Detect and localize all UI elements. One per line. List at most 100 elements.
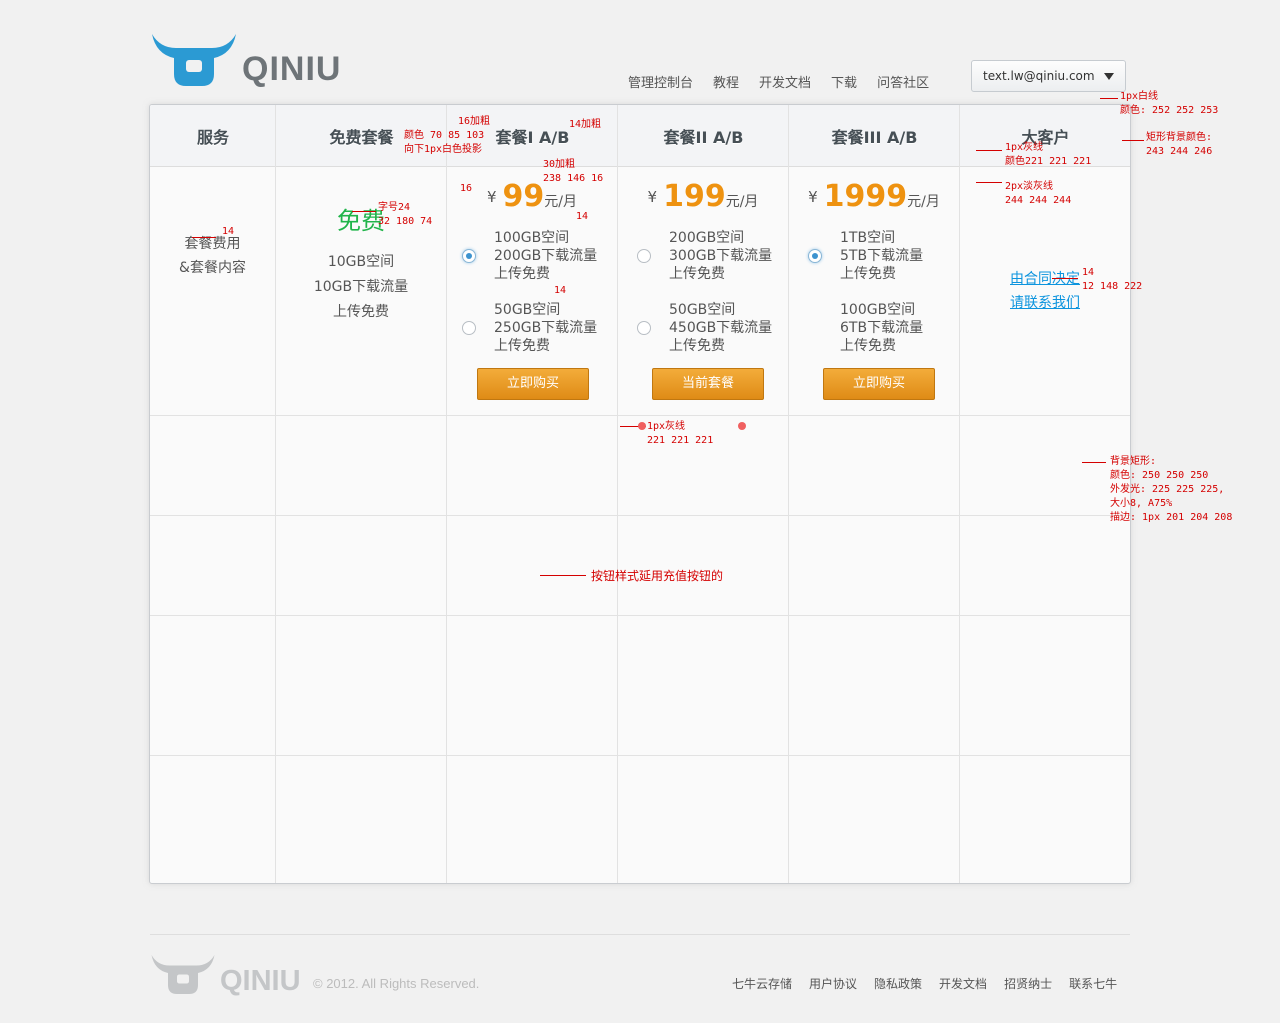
annotation: 矩形背景颜色: 243 244 246 bbox=[1146, 132, 1213, 157]
annotation: 字号24 32 180 74 bbox=[378, 202, 433, 227]
annotation: 背景矩形: 颜色: 250 250 250 外发光: 225 225 225, … bbox=[1110, 456, 1233, 523]
annotation-arrow bbox=[1082, 462, 1106, 463]
footer-link[interactable]: 招贤纳士 bbox=[1004, 975, 1052, 992]
plan-2-option-a-radio[interactable] bbox=[637, 249, 651, 263]
footer-link[interactable]: 开发文档 bbox=[939, 975, 987, 992]
header-plan-2: 套餐II A/B bbox=[663, 128, 744, 147]
caret-down-icon[interactable] bbox=[1104, 73, 1114, 80]
annotation: 14 bbox=[554, 285, 567, 296]
option-line: 上传免费 bbox=[494, 338, 550, 354]
plan-2-price: ¥199元/月 bbox=[618, 179, 788, 214]
footer-nav: 七牛云存储 用户协议 隐私政策 开发文档 招贤纳士 联系七牛 bbox=[732, 975, 1134, 992]
plan-3-option-a-radio[interactable] bbox=[808, 249, 822, 263]
annotation-dot bbox=[738, 422, 746, 430]
brand-wordmark: QINIU bbox=[242, 50, 342, 88]
footer-divider bbox=[150, 934, 1130, 935]
free-feature: 上传免费 bbox=[333, 304, 389, 320]
option-line: 5TB下载流量 bbox=[840, 248, 924, 264]
copyright: © 2012. All Rights Reserved. bbox=[313, 976, 480, 991]
plan-3-option-a[interactable]: 1TB空间 5TB下载流量 上传免费 bbox=[840, 229, 923, 283]
annotation-arrow bbox=[352, 211, 376, 212]
annotation-arrow bbox=[976, 150, 1002, 151]
annotation: 14 bbox=[222, 226, 235, 237]
account-email: text.lw@qiniu.com bbox=[983, 69, 1095, 83]
annotation-arrow bbox=[540, 575, 586, 576]
option-line: 上传免费 bbox=[840, 266, 896, 282]
service-label: 套餐费用 &套餐内容 bbox=[150, 232, 275, 280]
row-divider bbox=[150, 615, 1130, 616]
annotation-arrow bbox=[1100, 98, 1118, 99]
annotation-arrow bbox=[1122, 140, 1144, 141]
plan-3-option-b[interactable]: 100GB空间 6TB下载流量 上传免费 bbox=[840, 301, 923, 355]
price-unit: 元/月 bbox=[725, 194, 759, 210]
top-nav: 管理控制台 教程 开发文档 下载 问答社区 bbox=[628, 72, 949, 91]
annotation: 1px灰线 221 221 221 bbox=[647, 421, 714, 446]
option-line: 上传免费 bbox=[669, 338, 725, 354]
qiniu-logo[interactable]: QINIU bbox=[150, 28, 341, 88]
footer-wordmark: QINIU bbox=[220, 965, 301, 997]
annotation: 1px灰线 颜色221 221 221 bbox=[1005, 142, 1092, 167]
annotation: 14 12 148 222 bbox=[1082, 267, 1143, 292]
nav-community[interactable]: 问答社区 bbox=[877, 72, 929, 91]
column-plan-3 bbox=[789, 105, 960, 883]
annotation: 30加粗 238 146 16 bbox=[543, 159, 604, 184]
price-value: 99 bbox=[502, 179, 545, 214]
annotation-arrow bbox=[192, 237, 216, 238]
footer-link[interactable]: 用户协议 bbox=[809, 975, 857, 992]
annotation: 16加粗 bbox=[458, 116, 491, 127]
price-unit: 元/月 bbox=[907, 194, 940, 210]
price-value: 1999 bbox=[823, 179, 908, 214]
enterprise-contract-link[interactable]: 由合同决定 bbox=[1010, 267, 1080, 291]
row-divider bbox=[150, 415, 1130, 416]
annotation-arrow bbox=[976, 182, 1002, 183]
annotation: 16 bbox=[460, 183, 473, 194]
free-features: 10GB空间 10GB下载流量 上传免费 bbox=[276, 250, 446, 325]
annotation: 1px白线 颜色: 252 252 253 bbox=[1120, 91, 1219, 116]
annotation: 按钮样式延用充值按钮的 bbox=[591, 569, 724, 583]
nav-download[interactable]: 下载 bbox=[831, 72, 857, 91]
footer-link[interactable]: 七牛云存储 bbox=[732, 975, 792, 992]
option-line: 上传免费 bbox=[494, 266, 550, 282]
plan-1-option-b-radio[interactable] bbox=[462, 321, 476, 335]
plan-3-price: ¥1999元/月 bbox=[789, 179, 959, 214]
nav-tutorial[interactable]: 教程 bbox=[713, 72, 739, 91]
nav-docs[interactable]: 开发文档 bbox=[759, 72, 811, 91]
column-plan-2 bbox=[618, 105, 789, 883]
bull-logo-icon bbox=[152, 34, 236, 86]
plan-2-option-b[interactable]: 50GB空间 450GB下载流量 上传免费 bbox=[669, 301, 772, 355]
option-line: 上传免费 bbox=[840, 338, 896, 354]
bull-logo-icon bbox=[151, 955, 215, 994]
footer-link[interactable]: 联系七牛 bbox=[1069, 975, 1117, 992]
service-label-line: &套餐内容 bbox=[179, 260, 246, 276]
plan-3-buy-button[interactable]: 立即购买 bbox=[823, 368, 935, 400]
annotation-dot bbox=[638, 422, 646, 430]
option-line: 200GB空间 bbox=[669, 230, 745, 246]
option-line: 100GB空间 bbox=[494, 230, 570, 246]
option-line: 450GB下载流量 bbox=[669, 320, 773, 336]
service-label-line: 套餐费用 bbox=[184, 236, 241, 252]
free-feature: 10GB下载流量 bbox=[313, 279, 409, 295]
plan-1-option-a[interactable]: 100GB空间 200GB下载流量 上传免费 bbox=[494, 229, 597, 283]
plan-1-buy-button[interactable]: 立即购买 bbox=[477, 368, 589, 400]
plan-1-option-b[interactable]: 50GB空间 250GB下载流量 上传免费 bbox=[494, 301, 597, 355]
option-line: 上传免费 bbox=[669, 266, 725, 282]
plan-1-option-a-radio[interactable] bbox=[462, 249, 476, 263]
nav-console[interactable]: 管理控制台 bbox=[628, 72, 693, 91]
currency-symbol: ¥ bbox=[647, 188, 658, 206]
footer-logo: QINIU bbox=[150, 950, 301, 996]
plan-2-option-b-radio[interactable] bbox=[637, 321, 651, 335]
currency-symbol: ¥ bbox=[808, 188, 818, 206]
footer-link[interactable]: 隐私政策 bbox=[874, 975, 922, 992]
header-plan-3: 套餐III A/B bbox=[831, 128, 918, 147]
enterprise-contact-link[interactable]: 请联系我们 bbox=[1010, 291, 1080, 315]
currency-symbol: ¥ bbox=[486, 188, 497, 206]
option-line: 6TB下载流量 bbox=[840, 320, 924, 336]
plan-2-current-button[interactable]: 当前套餐 bbox=[652, 368, 764, 400]
plan-2-option-a[interactable]: 200GB空间 300GB下载流量 上传免费 bbox=[669, 229, 772, 283]
option-line: 50GB空间 bbox=[494, 302, 561, 318]
annotation: 2px淡灰线 244 244 244 bbox=[1005, 181, 1072, 206]
annotation: 14加粗 bbox=[569, 119, 602, 130]
free-feature: 10GB空间 bbox=[327, 254, 395, 270]
option-line: 50GB空间 bbox=[669, 302, 736, 318]
account-dropdown[interactable]: text.lw@qiniu.com bbox=[971, 60, 1126, 92]
